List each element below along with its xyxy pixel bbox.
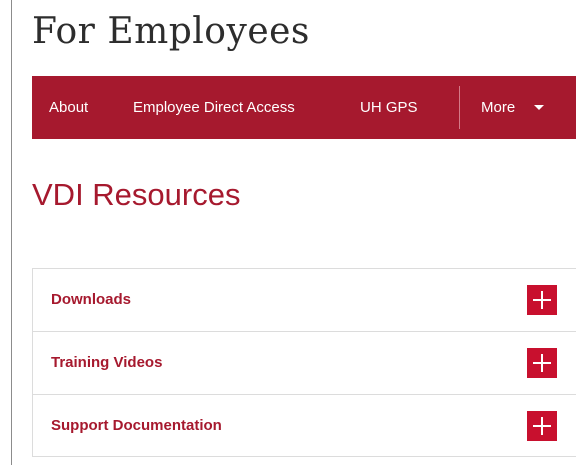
accordion-item-label[interactable]: Support Documentation	[51, 395, 222, 457]
plus-icon[interactable]	[527, 411, 557, 441]
accordion-item-training-videos[interactable]: Training Videos	[32, 332, 576, 395]
site-title: For Employees	[32, 11, 310, 52]
window-left-edge	[0, 0, 12, 465]
accordion-item-support-documentation[interactable]: Support Documentation	[32, 395, 576, 457]
page-title: VDI Resources	[32, 177, 241, 212]
nav-item-about[interactable]: About	[49, 76, 88, 139]
accordion-item-label[interactable]: Training Videos	[51, 332, 162, 394]
accordion: Downloads Training Videos Support Docume…	[32, 268, 576, 457]
main-navigation: About Employee Direct Access UH GPS More	[32, 76, 576, 139]
accordion-item-label[interactable]: Downloads	[51, 269, 131, 331]
chevron-down-icon[interactable]	[534, 105, 544, 110]
accordion-item-downloads[interactable]: Downloads	[32, 269, 576, 332]
nav-item-uh-gps[interactable]: UH GPS	[360, 76, 418, 139]
nav-item-employee-direct-access[interactable]: Employee Direct Access	[133, 76, 295, 139]
plus-icon[interactable]	[527, 348, 557, 378]
nav-item-more[interactable]: More	[481, 76, 515, 139]
nav-divider	[459, 86, 460, 129]
plus-icon[interactable]	[527, 285, 557, 315]
